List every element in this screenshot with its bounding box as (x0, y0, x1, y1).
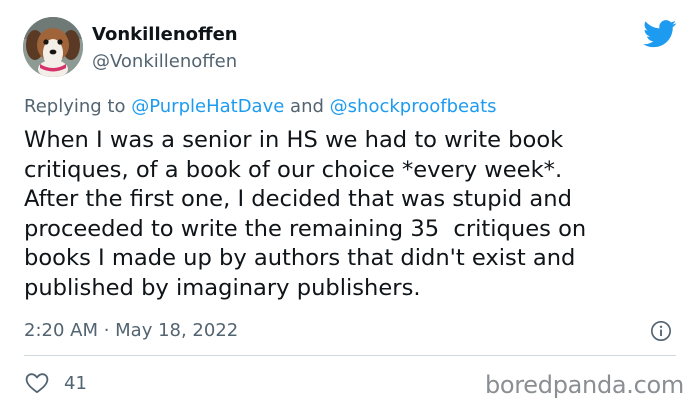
tweet-text-line: proceeded to write the remaining 35 crit… (24, 215, 587, 242)
twitter-bird-icon[interactable] (643, 20, 677, 48)
tweet-card: Vonkillenoffen @Vonkillenoffen Replying … (0, 0, 700, 410)
tweet-text-line: When I was a senior in HS we had to writ… (24, 127, 564, 153)
mention-link[interactable]: @shockproofbeats (330, 96, 497, 117)
heart-icon[interactable] (25, 372, 49, 394)
info-icon[interactable] (650, 320, 672, 342)
dog-avatar-image (23, 17, 83, 77)
timestamp[interactable]: 2:20 AM · May 18, 2022 (24, 320, 238, 342)
tweet-text: When I was a senior in HS we had to writ… (24, 126, 684, 303)
replying-to-label: Replying to (24, 96, 126, 117)
watermark: boredpanda.com (484, 371, 684, 399)
tweet-text-line: books I made up by authors that didn't e… (24, 245, 576, 271)
divider (24, 355, 676, 356)
tweet-text-line: critiques, of a book of our choice *ever… (24, 156, 563, 183)
tweet-text-line: After the first one, I decided that was … (24, 186, 572, 212)
mention-link[interactable]: @PurpleHatDave (131, 96, 284, 117)
avatar[interactable] (23, 17, 83, 77)
replying-to-conjunction: and (290, 96, 324, 117)
handle[interactable]: @Vonkillenoffen (92, 51, 237, 73)
tweet-text-line: published by imaginary publishers. (24, 274, 421, 301)
replying-to-line: Replying to @PurpleHatDave and @shockpro… (24, 96, 497, 118)
display-name[interactable]: Vonkillenoffen (92, 24, 238, 46)
like-count: 41 (64, 373, 87, 394)
